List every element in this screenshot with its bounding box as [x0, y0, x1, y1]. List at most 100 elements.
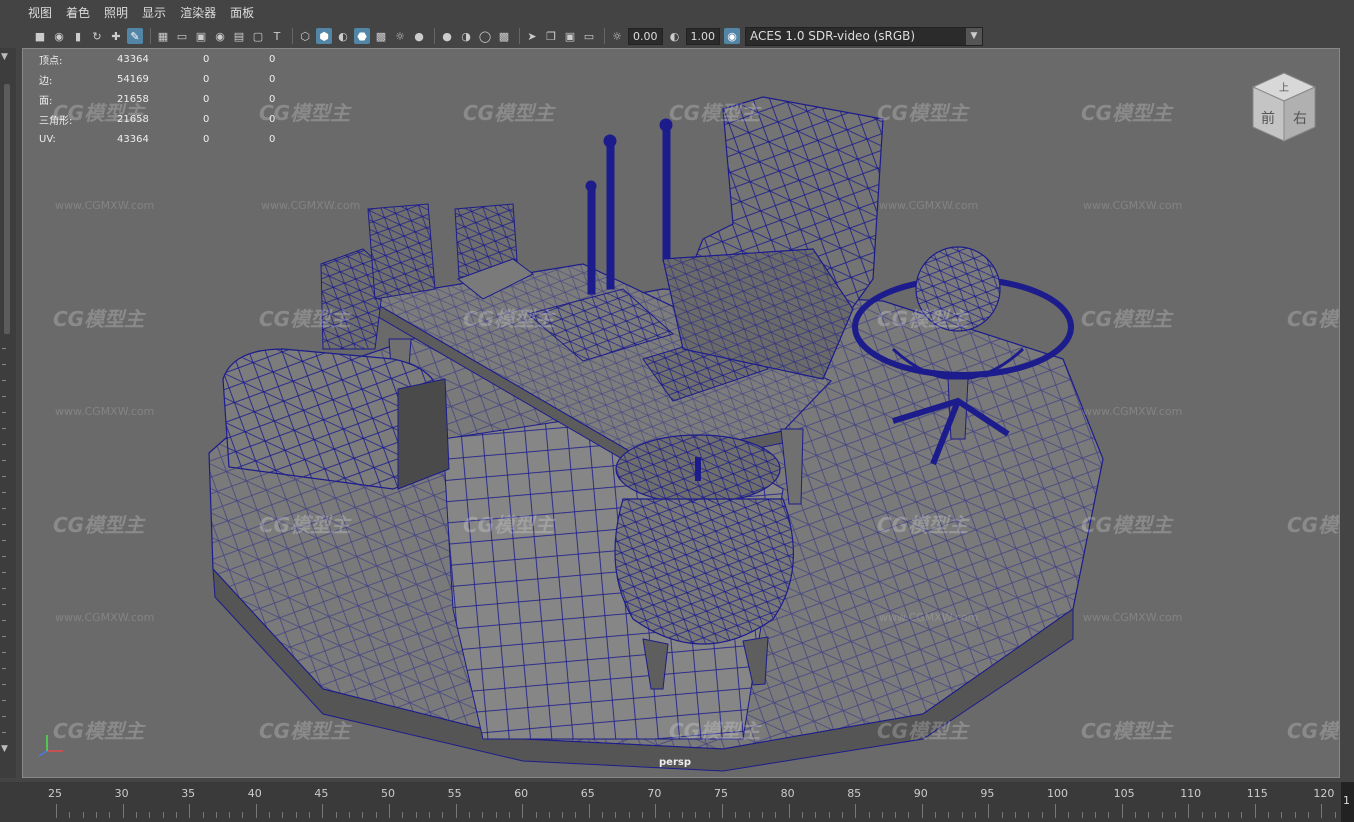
resolution-gate-icon[interactable]: ▣ [193, 28, 209, 44]
axis-gizmo [38, 735, 63, 757]
strip-tick [2, 396, 6, 397]
view-cube-top-label: 上 [1279, 82, 1289, 94]
watermark: CG模型主 [463, 307, 555, 331]
timeline-tick [1148, 812, 1150, 818]
timeline-tick-label: 25 [48, 787, 62, 800]
color-management-icon[interactable]: ◉ [724, 28, 740, 44]
timeline-tick-label: 120 [1313, 787, 1335, 800]
strip-tick [2, 588, 6, 589]
isolate-select-icon[interactable]: ➤ [524, 28, 540, 44]
timeline-tick [1068, 812, 1070, 818]
timeline-tick [655, 804, 657, 818]
watermark-url: www.CGMXW.com [55, 611, 155, 624]
timeline-tick [455, 804, 457, 818]
menu-shading[interactable]: 着色 [66, 4, 90, 21]
timeline-tick [868, 812, 870, 818]
grid-icon[interactable]: ▦ [155, 28, 171, 44]
menu-renderer[interactable]: 渲染器 [180, 4, 216, 21]
depth-of-field-icon[interactable]: ▩ [496, 28, 512, 44]
watermark: CG模型主 [259, 307, 351, 331]
hud-value: 21658 [117, 113, 149, 125]
exposure-field[interactable]: 0.00 [628, 27, 663, 45]
timeline-tick [1041, 812, 1043, 818]
watermark: CG模型主 [669, 101, 761, 125]
timeline-tick [1174, 812, 1176, 818]
xray-joints-icon[interactable]: ▣ [562, 28, 578, 44]
menu-panels[interactable]: 面板 [230, 4, 254, 21]
time-slider[interactable]: 1 25 30 35 40 45 50 55 60 65 70 75 80 85 90 95 100 105 11… [0, 782, 1354, 822]
timeline-tick [815, 812, 817, 818]
wireframe-on-shaded-icon[interactable]: ⬣ [354, 28, 370, 44]
timeline-tick [828, 812, 830, 818]
chevron-down-icon[interactable]: ▼ [966, 27, 982, 45]
camera-attributes-icon[interactable]: ◉ [51, 28, 67, 44]
select-camera-icon[interactable]: ■ [32, 28, 48, 44]
film-gate-icon[interactable]: ▭ [174, 28, 190, 44]
bookmark-icon[interactable]: ▮ [70, 28, 86, 44]
timeline-tick [349, 812, 351, 818]
screen-space-ao-icon[interactable]: ● [439, 28, 455, 44]
menu-show[interactable]: 显示 [142, 4, 166, 21]
timeline-tick [362, 812, 364, 818]
exposure-icon[interactable]: ☼ [609, 28, 625, 44]
use-all-lights-icon[interactable]: ☼ [392, 28, 408, 44]
wireframe-icon[interactable]: ⬡ [297, 28, 313, 44]
motion-blur-icon[interactable]: ◑ [458, 28, 474, 44]
timeline-tick [668, 812, 670, 818]
shadows-icon[interactable]: ● [411, 28, 427, 44]
watermark: CG模型主 [259, 513, 351, 537]
view-cube[interactable]: 上 前 右 [1249, 71, 1319, 145]
scrollbar-thumb[interactable] [4, 84, 10, 334]
grease-pencil-icon[interactable]: ✎ [127, 28, 143, 44]
hud-value: 0 [203, 133, 210, 145]
timeline-tick [548, 812, 550, 818]
multisample-aa-icon[interactable]: ◯ [477, 28, 493, 44]
timeline-tick [415, 812, 417, 818]
safe-title-icon[interactable]: T [269, 28, 285, 44]
timeline-tick [109, 812, 111, 818]
perspective-viewport[interactable]: CG模型主 CG模型主 CG模型主 CG模型主 CG模型主 CG模型主 CG模型… [22, 48, 1340, 778]
gamma-icon[interactable]: ◐ [667, 28, 683, 44]
timeline-tick-label: 70 [647, 787, 662, 800]
smooth-shade-icon[interactable]: ⬢ [316, 28, 332, 44]
timeline-tick [628, 812, 630, 818]
watermark-url: www.CGMXW.com [1083, 199, 1183, 212]
field-chart-icon[interactable]: ▤ [231, 28, 247, 44]
timeline-tick-label: 110 [1180, 787, 1202, 800]
timeline-tick [1241, 812, 1243, 818]
timeline-tick [495, 812, 497, 818]
timeline-tick [975, 812, 977, 818]
gate-mask-icon[interactable]: ◉ [212, 28, 228, 44]
xray-icon[interactable]: ❐ [543, 28, 559, 44]
current-frame-marker[interactable]: 1 [1341, 782, 1354, 822]
xray-components-icon[interactable]: ▭ [581, 28, 597, 44]
timeline-tick [135, 812, 137, 818]
scroll-up-icon[interactable]: ▼ [1, 52, 8, 62]
strip-tick [2, 476, 6, 477]
timeline-tick-label: 100 [1047, 787, 1068, 800]
color-space-value: ACES 1.0 SDR-video (sRGB) [750, 29, 916, 43]
scroll-down-icon[interactable]: ▼ [1, 744, 8, 754]
default-material-icon[interactable]: ◐ [335, 28, 351, 44]
timeline-tick [1334, 812, 1336, 818]
gamma-field[interactable]: 1.00 [685, 27, 720, 45]
watermark: CG模型主 [877, 307, 969, 331]
strip-tick [2, 716, 6, 717]
textured-icon[interactable]: ▩ [373, 28, 389, 44]
menu-lighting[interactable]: 照明 [104, 4, 128, 21]
strip-tick [2, 524, 6, 525]
hud-value: 0 [269, 133, 276, 145]
timeline-tick [895, 812, 897, 818]
toolbar-separator [604, 28, 605, 44]
safe-action-icon[interactable]: ▢ [250, 28, 266, 44]
timeline-tick [615, 812, 617, 818]
hud-row-triangles: 三角形: 21658 0 0 [39, 109, 309, 129]
timeline-tick [708, 812, 710, 818]
two-d-pan-icon[interactable]: ✚ [108, 28, 124, 44]
panel-toolbar: ■ ◉ ▮ ↻ ✚ ✎ ▦ ▭ ▣ ◉ ▤ ▢ T ⬡ ⬢ ◐ ⬣ ▩ ☼ ● … [22, 24, 1340, 48]
hud-value: 0 [269, 93, 276, 105]
hud-value: 0 [269, 113, 276, 125]
color-space-dropdown[interactable]: ACES 1.0 SDR-video (sRGB) ▼ [745, 26, 983, 46]
menu-view[interactable]: 视图 [28, 4, 52, 21]
image-plane-icon[interactable]: ↻ [89, 28, 105, 44]
